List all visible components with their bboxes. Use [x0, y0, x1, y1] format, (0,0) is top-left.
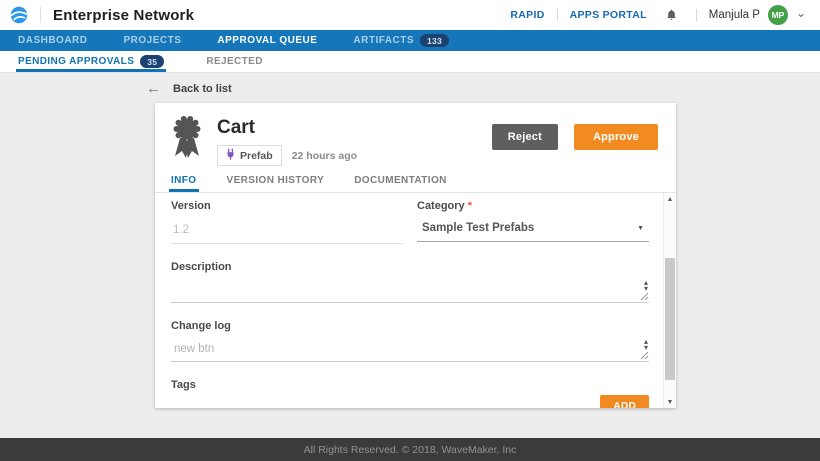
scrollbar-up-icon[interactable]: ▲: [664, 193, 676, 205]
nav-item-artifacts[interactable]: ARTIFACTS 133: [353, 34, 449, 47]
category-select[interactable]: Sample Test Prefabs ▼: [417, 219, 649, 242]
timestamp: 22 hours ago: [292, 150, 357, 162]
add-tag-button[interactable]: ADD: [600, 395, 649, 408]
back-to-list-link[interactable]: ← Back to list: [146, 83, 232, 95]
app-title: Enterprise Network: [53, 7, 194, 24]
approve-button[interactable]: Approve: [574, 124, 658, 150]
user-name: Manjula P: [709, 9, 760, 21]
rapid-link[interactable]: RAPID: [510, 9, 544, 21]
header-divider: [40, 7, 41, 23]
tab-documentation[interactable]: DOCUMENTATION: [354, 175, 447, 192]
artifacts-count-badge: 133: [420, 34, 449, 47]
description-wrap: ▴▾: [171, 277, 649, 303]
notifications-bell-icon[interactable]: [665, 8, 678, 22]
reject-button[interactable]: Reject: [492, 124, 558, 150]
description-textarea[interactable]: [171, 277, 649, 301]
version-value: 1.2: [171, 224, 403, 244]
scrollbar-thumb[interactable]: [665, 258, 675, 381]
version-field-group: Version 1.2: [171, 200, 403, 244]
user-divider: [696, 9, 697, 21]
nav-item-approval-queue[interactable]: APPROVAL QUEUE: [217, 35, 317, 46]
select-caret-icon: ▼: [637, 225, 644, 232]
changelog-textarea[interactable]: new btn: [171, 336, 649, 360]
nav-label: ARTIFACTS: [353, 35, 414, 46]
changelog-field-group: Change log new btn ▴▾: [171, 320, 649, 362]
user-menu[interactable]: Manjula P MP ⌄: [709, 5, 806, 25]
back-link-label: Back to list: [173, 83, 232, 95]
nav-label: DASHBOARD: [18, 35, 88, 46]
content-area: ← Back to list: [0, 73, 820, 438]
back-arrow-icon: ←: [146, 83, 161, 95]
prefab-plug-icon: [226, 148, 235, 163]
nav-label: APPROVAL QUEUE: [217, 35, 317, 46]
meta-row: Prefab 22 hours ago: [217, 145, 357, 166]
changelog-wrap: new btn ▴▾: [171, 336, 649, 362]
page-footer: All Rights Reserved. © 2018, WaveMaker, …: [0, 438, 820, 461]
app-window: Enterprise Network RAPID APPS PORTAL Man…: [0, 0, 820, 461]
main-nav: DASHBOARD PROJECTS APPROVAL QUEUE ARTIFA…: [0, 30, 820, 51]
version-label: Version: [171, 200, 403, 212]
sub-nav: PENDING APPROVALS 35 REJECTED: [0, 51, 820, 73]
link-divider: [557, 9, 558, 21]
textarea-spinner-icon[interactable]: ▴▾: [644, 339, 648, 351]
changelog-label: Change log: [171, 320, 649, 332]
tab-version-history[interactable]: VERSION HISTORY: [227, 175, 325, 192]
resize-grip-icon[interactable]: [640, 351, 649, 360]
tags-label: Tags: [171, 379, 649, 391]
tab-pending-approvals[interactable]: PENDING APPROVALS 35: [18, 51, 164, 72]
copyright-text: All Rights Reserved. © 2018, WaveMaker, …: [304, 444, 517, 456]
scrollbar-down-icon[interactable]: ▼: [664, 396, 676, 408]
required-marker: *: [468, 200, 472, 212]
artifact-title: Cart: [217, 117, 357, 139]
info-form: Version 1.2 Category* Sample Test Prefab…: [155, 193, 676, 408]
description-label: Description: [171, 261, 649, 273]
approval-detail-card: Cart Prefab 22 h: [155, 103, 676, 408]
tab-label: PENDING APPROVALS: [18, 56, 134, 67]
category-field-group: Category* Sample Test Prefabs ▼: [417, 200, 649, 244]
card-header: Cart Prefab 22 h: [155, 103, 676, 166]
card-tabs: INFO VERSION HISTORY DOCUMENTATION: [155, 166, 676, 193]
pending-count-badge: 35: [140, 55, 164, 68]
chevron-down-icon: ⌄: [796, 9, 806, 17]
tags-field-group: Tags ADD prefab × btn ×: [171, 379, 649, 408]
nav-label: PROJECTS: [124, 35, 182, 46]
version-category-row: Version 1.2 Category* Sample Test Prefab…: [171, 200, 649, 244]
wavemaker-logo-icon[interactable]: [10, 6, 28, 24]
category-label: Category*: [417, 200, 649, 212]
card-scrollbar[interactable]: ▲ ▼: [663, 193, 676, 408]
category-selected-value: Sample Test Prefabs: [422, 222, 534, 234]
tab-rejected[interactable]: REJECTED: [206, 51, 263, 72]
header-actions: Reject Approve: [492, 124, 664, 150]
top-header: Enterprise Network RAPID APPS PORTAL Man…: [0, 0, 820, 30]
description-field-group: Description ▴▾: [171, 261, 649, 303]
title-block: Cart Prefab 22 h: [217, 115, 357, 166]
tags-input-row: ADD: [171, 395, 649, 408]
nav-item-projects[interactable]: PROJECTS: [124, 35, 182, 46]
category-label-text: Category: [417, 200, 465, 212]
prefab-type-chip: Prefab: [217, 145, 282, 166]
tab-info[interactable]: INFO: [171, 175, 197, 192]
textarea-spinner-icon[interactable]: ▴▾: [644, 280, 648, 292]
apps-portal-link[interactable]: APPS PORTAL: [570, 9, 647, 21]
resize-grip-icon[interactable]: [640, 292, 649, 301]
tab-label: REJECTED: [206, 56, 263, 67]
tags-input[interactable]: [171, 397, 590, 408]
award-ribbon-icon: [169, 115, 205, 166]
user-avatar: MP: [768, 5, 788, 25]
type-chip-label: Prefab: [240, 150, 273, 162]
header-right: RAPID APPS PORTAL Manjula P MP ⌄: [510, 5, 806, 25]
nav-item-dashboard[interactable]: DASHBOARD: [18, 35, 88, 46]
